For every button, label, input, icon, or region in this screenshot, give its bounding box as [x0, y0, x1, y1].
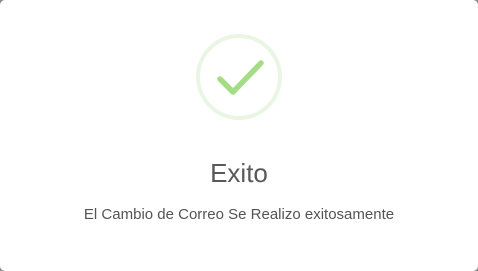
dialog-title: Exito [210, 158, 268, 188]
success-dialog: Exito El Cambio de Correo Se Realizo exi… [0, 0, 478, 271]
success-check-icon [195, 33, 283, 121]
dialog-message: El Cambio de Correo Se Realizo exitosame… [83, 206, 395, 223]
